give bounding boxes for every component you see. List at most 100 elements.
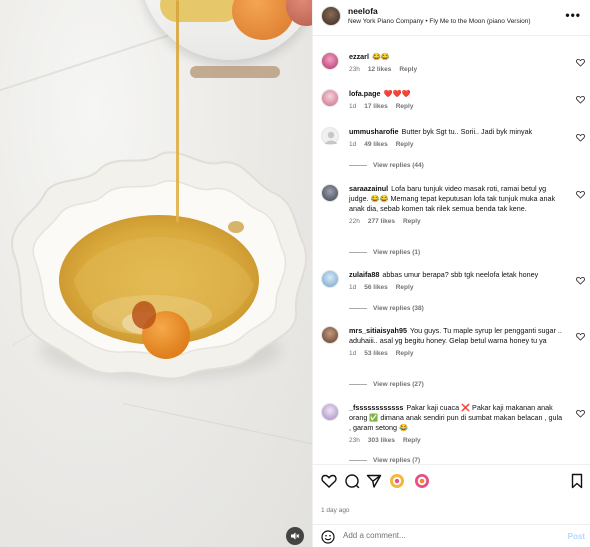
- gift-reaction-icon[interactable]: [389, 473, 405, 489]
- post-sidebar: neelofa New York Piano Company • Fly Me …: [312, 0, 590, 547]
- comment-meta: 1d 56 likes Reply: [349, 283, 564, 293]
- avatar[interactable]: [321, 270, 339, 288]
- avatar[interactable]: [321, 127, 339, 145]
- heart-icon[interactable]: [576, 95, 585, 104]
- post-date[interactable]: 1 day ago: [321, 507, 350, 514]
- comment-icon[interactable]: [344, 473, 360, 489]
- more-icon[interactable]: •••: [565, 8, 581, 22]
- avatar[interactable]: [321, 184, 339, 202]
- comment-body: saraazainul Lofa baru tunjuk video masak …: [349, 184, 564, 227]
- emoji-icon[interactable]: [321, 530, 335, 544]
- comment-time[interactable]: 1d: [349, 141, 356, 148]
- comment-username[interactable]: ummusharofie: [349, 127, 399, 136]
- comment-body: _fssssssssssss Pakar kaji cuaca ❌ Pakar k…: [349, 403, 564, 446]
- reply-button[interactable]: Reply: [396, 284, 414, 291]
- avatar[interactable]: [321, 52, 339, 70]
- comment-text: abbas umur berapa? sbb tgk neelofa letak…: [382, 270, 539, 279]
- heart-icon[interactable]: [576, 58, 585, 67]
- comment-body: ummusharofie Butter byk Sgt tu.. Sorii.. …: [349, 127, 564, 150]
- send-icon[interactable]: [366, 473, 382, 489]
- comment-username[interactable]: mrs_sitiaisyah95: [349, 326, 407, 335]
- heart-icon[interactable]: [576, 276, 585, 285]
- comment-text: ❤️❤️❤️: [383, 89, 411, 98]
- banana: [160, 0, 240, 22]
- reply-button[interactable]: Reply: [396, 350, 414, 357]
- comment-likes[interactable]: 53 likes: [364, 350, 388, 357]
- comment-likes[interactable]: 303 likes: [368, 437, 395, 444]
- ruffled-dish: [11, 151, 307, 380]
- honey-stream: [176, 0, 179, 222]
- music-label[interactable]: New York Piano Company • Fly Me to the M…: [348, 18, 531, 25]
- mute-icon[interactable]: [286, 527, 304, 545]
- comment-username[interactable]: ezzarl: [349, 52, 369, 61]
- divider: [349, 307, 367, 309]
- comment-username[interactable]: saraazainul: [349, 184, 388, 193]
- avatar[interactable]: [321, 89, 339, 107]
- comment-meta: 1d 49 likes Reply: [349, 140, 564, 150]
- comment-likes[interactable]: 49 likes: [364, 141, 388, 148]
- reply-button[interactable]: Reply: [403, 437, 421, 444]
- view-replies-label: View replies (1): [373, 249, 421, 256]
- comment-body: lofa.page ❤️❤️❤️ 1d 17 likes Reply: [349, 89, 564, 112]
- view-replies-label: View replies (44): [373, 162, 424, 169]
- comment-time[interactable]: 23h: [349, 437, 360, 444]
- comment-meta: 23h 303 likes Reply: [349, 436, 564, 446]
- comment-meta: 22h 277 likes Reply: [349, 217, 564, 227]
- comment-likes[interactable]: 17 likes: [364, 103, 388, 110]
- comment-body: ezzarl 😂😂 23h 12 likes Reply: [349, 52, 564, 75]
- reaction-icon[interactable]: [414, 473, 430, 489]
- heart-icon[interactable]: [321, 473, 337, 489]
- view-replies-label: View replies (7): [373, 457, 421, 464]
- view-replies-button[interactable]: View replies (27): [349, 381, 424, 388]
- view-replies-label: View replies (27): [373, 381, 424, 388]
- heart-icon[interactable]: [576, 133, 585, 142]
- comment-body: mrs_sitiaisyah95 You guys. Tu maple syrup…: [349, 326, 564, 359]
- comment-username[interactable]: _fssssssssssss: [349, 403, 403, 412]
- comment-time[interactable]: 1d: [349, 284, 356, 291]
- author-username[interactable]: neelofa: [348, 6, 378, 16]
- comment-meta: 23h 12 likes Reply: [349, 65, 564, 75]
- reply-button[interactable]: Reply: [399, 66, 417, 73]
- heart-icon[interactable]: [576, 409, 585, 418]
- comment-time[interactable]: 23h: [349, 66, 360, 73]
- reply-button[interactable]: Reply: [396, 103, 414, 110]
- bookmark-icon[interactable]: [569, 473, 585, 489]
- speaker-off-icon: [291, 532, 300, 540]
- divider: [349, 251, 367, 253]
- comment-body: zulaifa88 abbas umur berapa? sbb tgk neel…: [349, 270, 564, 293]
- comment-likes[interactable]: 277 likes: [368, 218, 395, 225]
- bowl-base: [190, 66, 280, 78]
- view-replies-button[interactable]: View replies (38): [349, 305, 424, 312]
- add-comment-row: Post: [313, 524, 590, 547]
- comment-time[interactable]: 1d: [349, 350, 356, 357]
- comment-time[interactable]: 1d: [349, 103, 356, 110]
- view-replies-button[interactable]: View replies (7): [349, 457, 420, 464]
- reply-button[interactable]: Reply: [396, 141, 414, 148]
- comment-meta: 1d 53 likes Reply: [349, 349, 564, 359]
- comment-username[interactable]: lofa.page: [349, 89, 381, 98]
- author-avatar[interactable]: [321, 6, 341, 26]
- comment-meta: 1d 17 likes Reply: [349, 102, 564, 112]
- action-bar: [313, 464, 590, 496]
- avatar[interactable]: [321, 403, 339, 421]
- heart-icon[interactable]: [576, 190, 585, 199]
- view-replies-label: View replies (38): [373, 305, 424, 312]
- comment-text: 😂😂: [371, 52, 390, 61]
- reply-button[interactable]: Reply: [403, 218, 421, 225]
- comment-username[interactable]: zulaifa88: [349, 270, 379, 279]
- comments-list: ezzarl 😂😂 23h 12 likes Reply lofa.page ❤️❤️❤…: [313, 44, 590, 464]
- divider: [349, 164, 367, 166]
- heart-icon[interactable]: [576, 332, 585, 341]
- comment-text: Butter byk Sgt tu.. Sorii.. Jadi byk min…: [401, 127, 533, 136]
- avatar[interactable]: [321, 326, 339, 344]
- post-media[interactable]: [0, 0, 312, 547]
- marble-vein: [122, 402, 312, 459]
- comment-time[interactable]: 22h: [349, 218, 360, 225]
- comment-likes[interactable]: 56 likes: [364, 284, 388, 291]
- comment-input[interactable]: [343, 531, 543, 540]
- post-comment-button[interactable]: Post: [568, 532, 585, 541]
- comment-likes[interactable]: 12 likes: [368, 66, 392, 73]
- view-replies-button[interactable]: View replies (1): [349, 249, 420, 256]
- view-replies-button[interactable]: View replies (44): [349, 162, 424, 169]
- post-header: neelofa New York Piano Company • Fly Me …: [313, 0, 590, 36]
